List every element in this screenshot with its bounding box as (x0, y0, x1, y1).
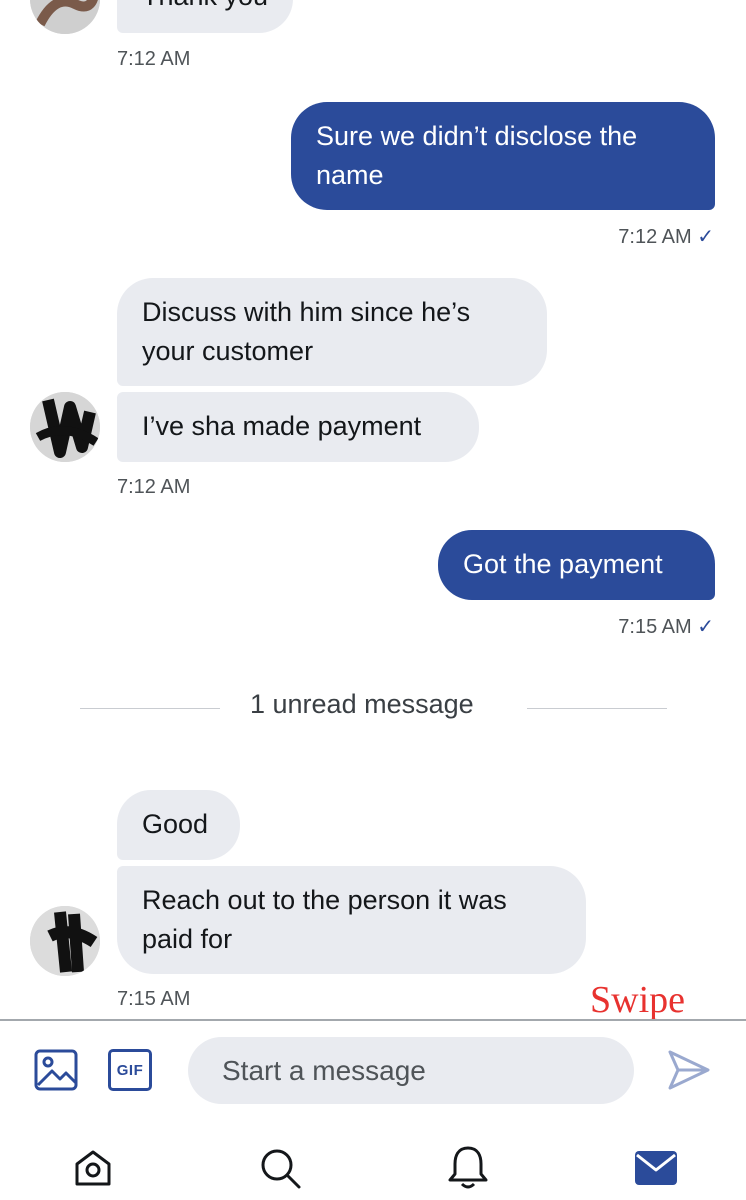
mail-icon (635, 1151, 677, 1185)
home-icon (75, 1150, 111, 1186)
nav-home[interactable] (71, 1146, 115, 1190)
image-button[interactable] (34, 1049, 78, 1091)
message-input[interactable] (188, 1037, 634, 1104)
message-timestamp: 7:12 AM (117, 48, 191, 70)
nav-messages[interactable] (634, 1150, 678, 1186)
message-text: Discuss with him since he’s your custome… (142, 297, 471, 366)
message-text: Sure we didn’t disclose the name (316, 121, 638, 190)
avatar[interactable] (30, 0, 100, 34)
send-button[interactable] (666, 1048, 712, 1092)
message-text: I’ve sha made payment (142, 411, 422, 441)
message-timestamp: 7:12 AM ✓ (618, 226, 714, 248)
redacted-avatar-image (30, 0, 100, 34)
redacted-avatar-image (30, 906, 100, 976)
message-bubble-outgoing[interactable]: Sure we didn’t disclose the name (291, 102, 715, 210)
message-bubble-incoming[interactable]: Discuss with him since he’s your custome… (117, 278, 547, 386)
swipe-annotation: Swipe (590, 979, 685, 1021)
gif-button[interactable]: GIF (108, 1049, 152, 1091)
send-icon (668, 1050, 710, 1090)
unread-divider-line (80, 708, 220, 709)
unread-divider-line (527, 708, 667, 709)
message-bubble-outgoing[interactable]: Got the payment (438, 530, 715, 600)
image-icon (34, 1049, 78, 1091)
message-bubble-incoming[interactable]: Reach out to the person it was paid for (117, 866, 586, 974)
nav-search[interactable] (258, 1146, 302, 1190)
message-bubble-incoming[interactable]: Good (117, 790, 240, 860)
message-timestamp: 7:15 AM ✓ (618, 616, 714, 638)
avatar[interactable] (30, 906, 100, 976)
bell-icon (448, 1146, 488, 1189)
sent-check-icon: ✓ (697, 616, 714, 638)
message-text: Got the payment (463, 549, 663, 579)
search-icon (261, 1149, 301, 1189)
message-text: Reach out to the person it was paid for (142, 885, 507, 954)
gif-label: GIF (116, 1061, 144, 1079)
message-timestamp: 7:15 AM (117, 988, 191, 1010)
avatar[interactable] (30, 392, 100, 462)
message-text: Good (142, 809, 209, 839)
composer-separator (0, 1019, 746, 1021)
unread-divider-label: 1 unread message (250, 689, 474, 719)
message-timestamp: 7:12 AM (117, 476, 191, 498)
redacted-avatar-image (30, 392, 100, 462)
message-text: Thank you (142, 0, 268, 11)
sent-check-icon: ✓ (697, 226, 714, 248)
message-bubble-incoming[interactable]: Thank you (117, 0, 294, 33)
message-bubble-incoming[interactable]: I’ve sha made payment (117, 392, 479, 462)
nav-notifications[interactable] (446, 1144, 490, 1190)
